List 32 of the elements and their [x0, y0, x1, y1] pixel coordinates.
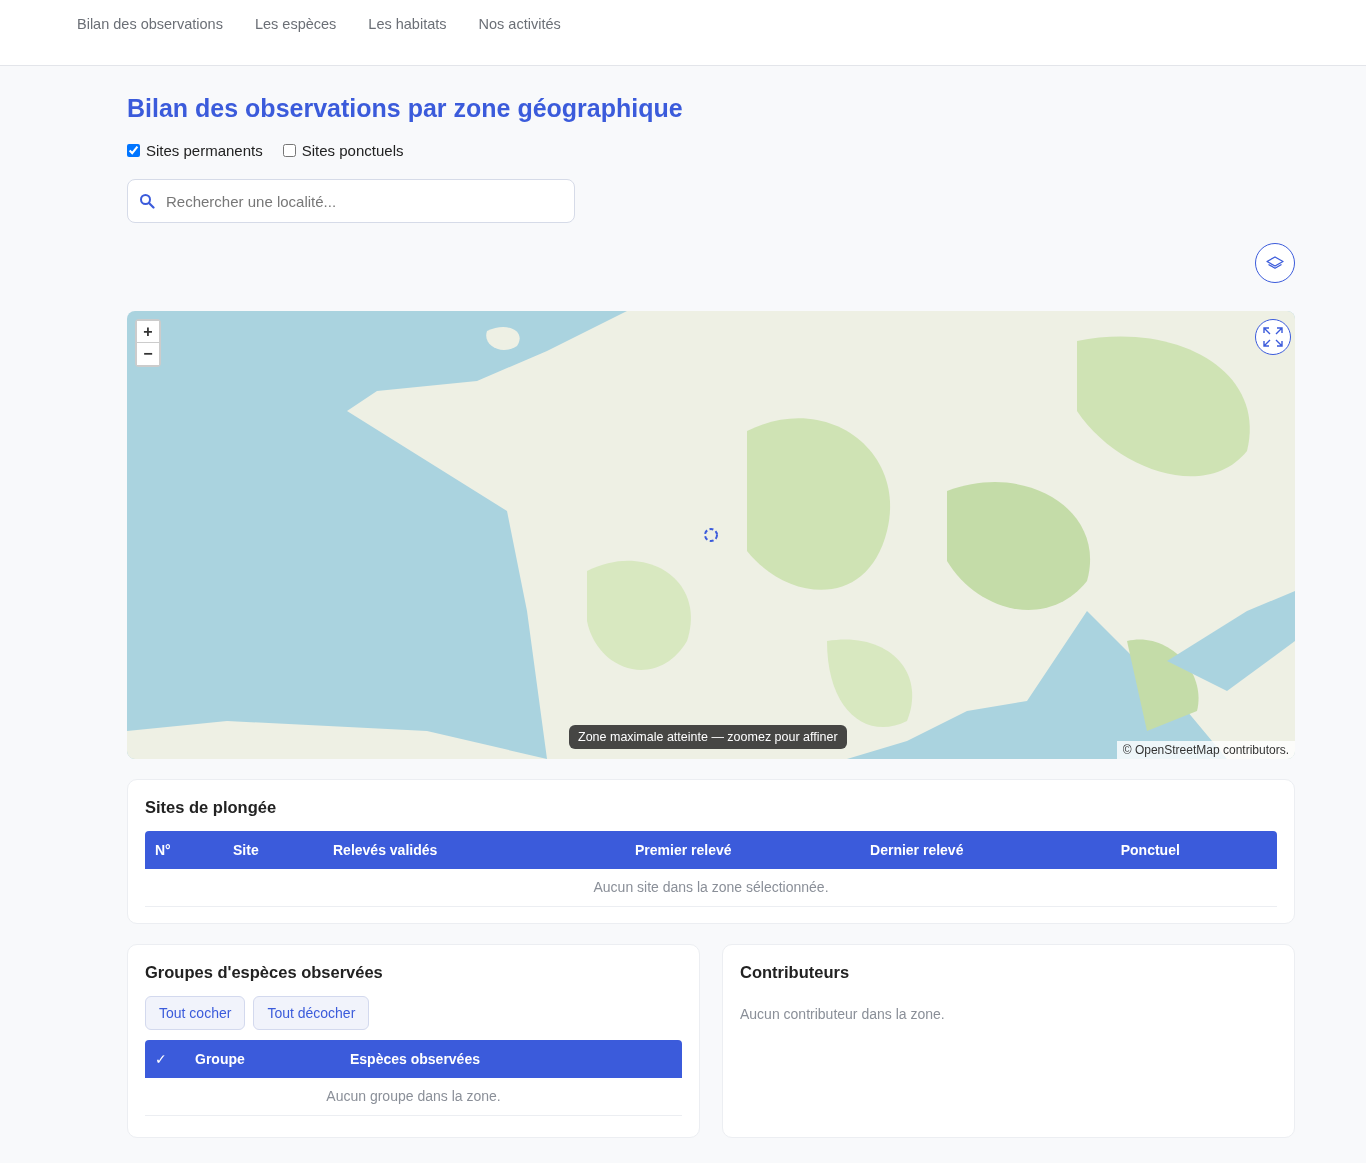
map-attribution: © OpenStreetMap contributors. — [1116, 741, 1295, 759]
checkbox-label: Sites ponctuels — [301, 142, 404, 159]
card-title: Sites de plongée — [145, 798, 278, 817]
expand-icon — [1262, 326, 1284, 348]
nav-link[interactable]: Les habitats — [368, 16, 447, 32]
column-header: Dernier relevé — [869, 842, 965, 858]
nav-link[interactable]: Nos activités — [478, 16, 561, 32]
card-title: Contributeurs — [740, 963, 851, 982]
search-field[interactable]: Rechercher une localité... — [127, 179, 575, 223]
checkbox[interactable] — [282, 144, 296, 157]
column-header: Relevés validés — [333, 842, 439, 858]
column-header: Espèces observées — [350, 1051, 481, 1067]
nav-link[interactable]: Les espèces — [254, 16, 337, 32]
column-header: Site — [233, 842, 260, 858]
select-button[interactable]: Tout décocher — [253, 996, 370, 1030]
column-header: Groupe — [195, 1051, 246, 1067]
map-tooltip: Zone maximale atteinte — zoomez pour affiner — [569, 725, 847, 749]
checkbox-label: Sites permanents — [146, 142, 263, 159]
card-title: Groupes d'espèces observées — [145, 963, 384, 982]
checkbox[interactable] — [127, 144, 140, 157]
empty-message: Aucun contributeur dans la zone. — [740, 1005, 946, 1022]
page-title: Bilan des observations par zone géographique — [127, 94, 684, 124]
select-button[interactable]: Tout cocher — [145, 996, 246, 1030]
empty-message: Aucun site dans la zone sélectionnée. — [593, 879, 829, 895]
column-header: ✓ — [155, 1051, 168, 1067]
column-header: Ponctuel — [1119, 842, 1181, 858]
column-header: N° — [155, 842, 172, 858]
zoom-in-button[interactable]: + — [137, 321, 159, 343]
layers-button[interactable] — [1255, 243, 1295, 283]
empty-message: Aucun groupe dans la zone. — [326, 1088, 501, 1104]
column-header: Premier relevé — [634, 842, 733, 858]
nav-link[interactable]: Bilan des observations — [77, 16, 223, 32]
